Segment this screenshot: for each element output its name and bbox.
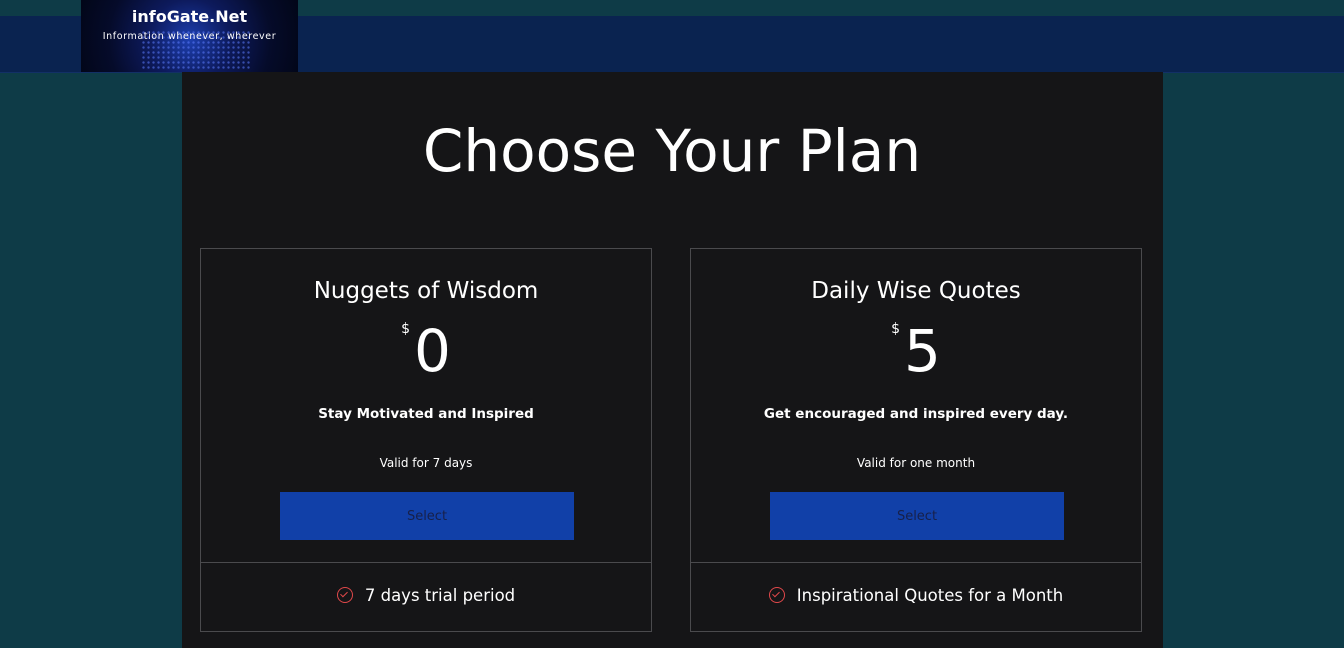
plan-feature: 7 days trial period [201,586,651,605]
plan-validity: Valid for 7 days [379,456,473,470]
price-amount: 0 [414,317,451,385]
price-amount: 5 [904,317,941,385]
logo-title: infoGate.Net [131,7,248,26]
card-divider [691,562,1141,563]
select-button[interactable]: Select [280,492,574,540]
select-button[interactable]: Select [770,492,1064,540]
plan-card-nuggets: Nuggets of Wisdom $0 Stay Motivated and … [200,248,652,632]
plan-title: Daily Wise Quotes [811,278,1021,304]
check-circle-icon [336,587,353,603]
plan-price: $0 [201,319,651,383]
plan-description: Stay Motivated and Inspired [318,406,534,422]
page-title: Choose Your Plan [422,117,922,185]
plan-validity: Valid for one month [856,456,976,470]
currency-symbol: $ [401,321,410,337]
plan-card-daily: Daily Wise Quotes $5 Get encouraged and … [690,248,1142,632]
plan-price: $5 [691,319,1141,383]
feature-label: 7 days trial period [364,586,516,605]
plan-feature: Inspirational Quotes for a Month [691,586,1141,605]
plan-title: Nuggets of Wisdom [313,278,539,304]
logo[interactable]: infoGate.Net Information whenever, where… [81,0,298,72]
logo-tagline: Information whenever, wherever [102,31,277,42]
plan-description: Get encouraged and inspired every day. [763,406,1069,422]
card-divider [201,562,651,563]
check-circle-icon [768,587,785,603]
feature-label: Inspirational Quotes for a Month [796,586,1064,605]
currency-symbol: $ [891,321,900,337]
